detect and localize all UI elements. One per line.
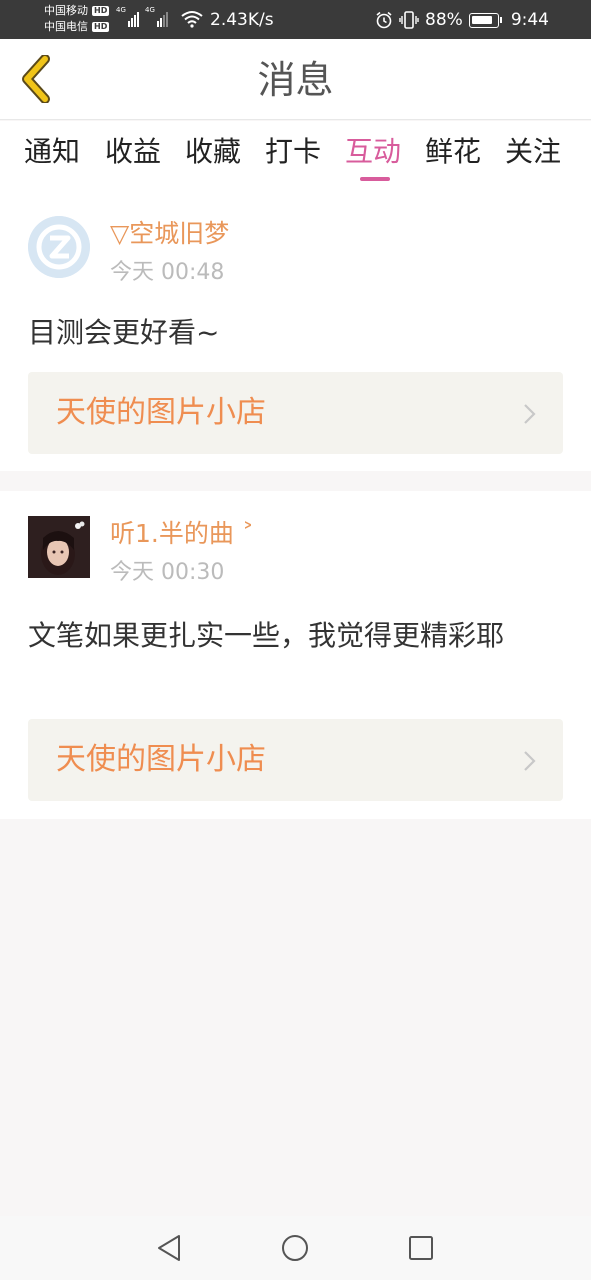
wifi-icon [181,11,203,28]
nav-home-button[interactable] [280,1233,310,1263]
net-speed: 2.43K/s [210,10,274,30]
article-link[interactable]: 天使的图片小店 [28,719,563,801]
article-link[interactable]: 天使的图片小店 [28,372,563,454]
battery-percent: 88% [425,10,463,30]
avatar[interactable] [28,216,90,278]
network-type: 4G [145,6,155,14]
triangle-back-icon [158,1235,180,1261]
hd-badge: HD [92,6,110,16]
comment-text: 文笔如果更扎实一些，我觉得更精彩耶 [28,619,505,652]
tab-following[interactable]: 关注 [505,133,561,171]
status-bar: 中国移动 HD 中国电信 HD 4G 4G 2.43K/s 88% 9:44 [0,0,591,39]
qq-default-avatar-icon [28,216,90,278]
timestamp: 今天 00:48 [110,260,225,285]
username[interactable]: ▽空城旧梦 [110,218,229,250]
tab-favorites[interactable]: 收藏 [185,133,241,171]
signal-icon: 4G 4G [116,6,168,27]
header: 消息 [0,39,591,120]
clock: 9:44 [510,10,549,30]
avatar[interactable] [28,516,90,578]
nav-back-button[interactable] [154,1233,184,1263]
carrier-2: 中国电信 [44,20,88,33]
tab-notifications[interactable]: 通知 [24,133,80,171]
network-type: 4G [116,6,126,14]
tab-flowers[interactable]: 鲜花 [425,133,481,171]
carrier-info: 中国移动 HD 中国电信 HD [44,3,110,35]
timestamp: 今天 00:30 [110,560,225,585]
square-recent-icon [409,1236,433,1260]
alarm-icon [376,11,392,29]
page-title: 消息 [257,58,334,102]
messages-page: 中国移动 HD 中国电信 HD 4G 4G 2.43K/s 88% 9:44 消… [0,0,591,1280]
tab-earnings[interactable]: 收益 [105,133,161,171]
chevron-right-icon [524,751,536,771]
message-card: ▽空城旧梦 今天 00:48 目测会更好看~ 天使的图片小店 [0,191,591,471]
tab-bar: 通知 收益 收藏 打卡 互动 鲜花 关注 [0,121,591,191]
chevron-right-icon [524,404,536,424]
tab-interactions[interactable]: 互动 [345,133,401,171]
username[interactable]: 听1.半的曲 ˃ [110,518,254,550]
nav-recent-button[interactable] [406,1233,436,1263]
hd-badge: HD [92,22,110,32]
article-link-title: 天使的图片小店 [56,395,266,430]
system-nav-bar [0,1216,591,1280]
article-link-title: 天使的图片小店 [56,742,266,777]
active-tab-indicator [360,177,390,181]
carrier-1: 中国移动 [44,4,88,17]
circle-home-icon [282,1235,308,1261]
comment-text: 目测会更好看~ [28,316,220,349]
battery-icon [468,12,502,28]
user-photo-avatar-icon [28,516,90,578]
message-card: 听1.半的曲 ˃ 今天 00:30 文笔如果更扎实一些，我觉得更精彩耶 天使的图… [0,491,591,819]
status-right: 88% 9:44 [375,9,549,31]
vibrate-icon [399,11,419,29]
tab-checkin[interactable]: 打卡 [265,133,321,171]
